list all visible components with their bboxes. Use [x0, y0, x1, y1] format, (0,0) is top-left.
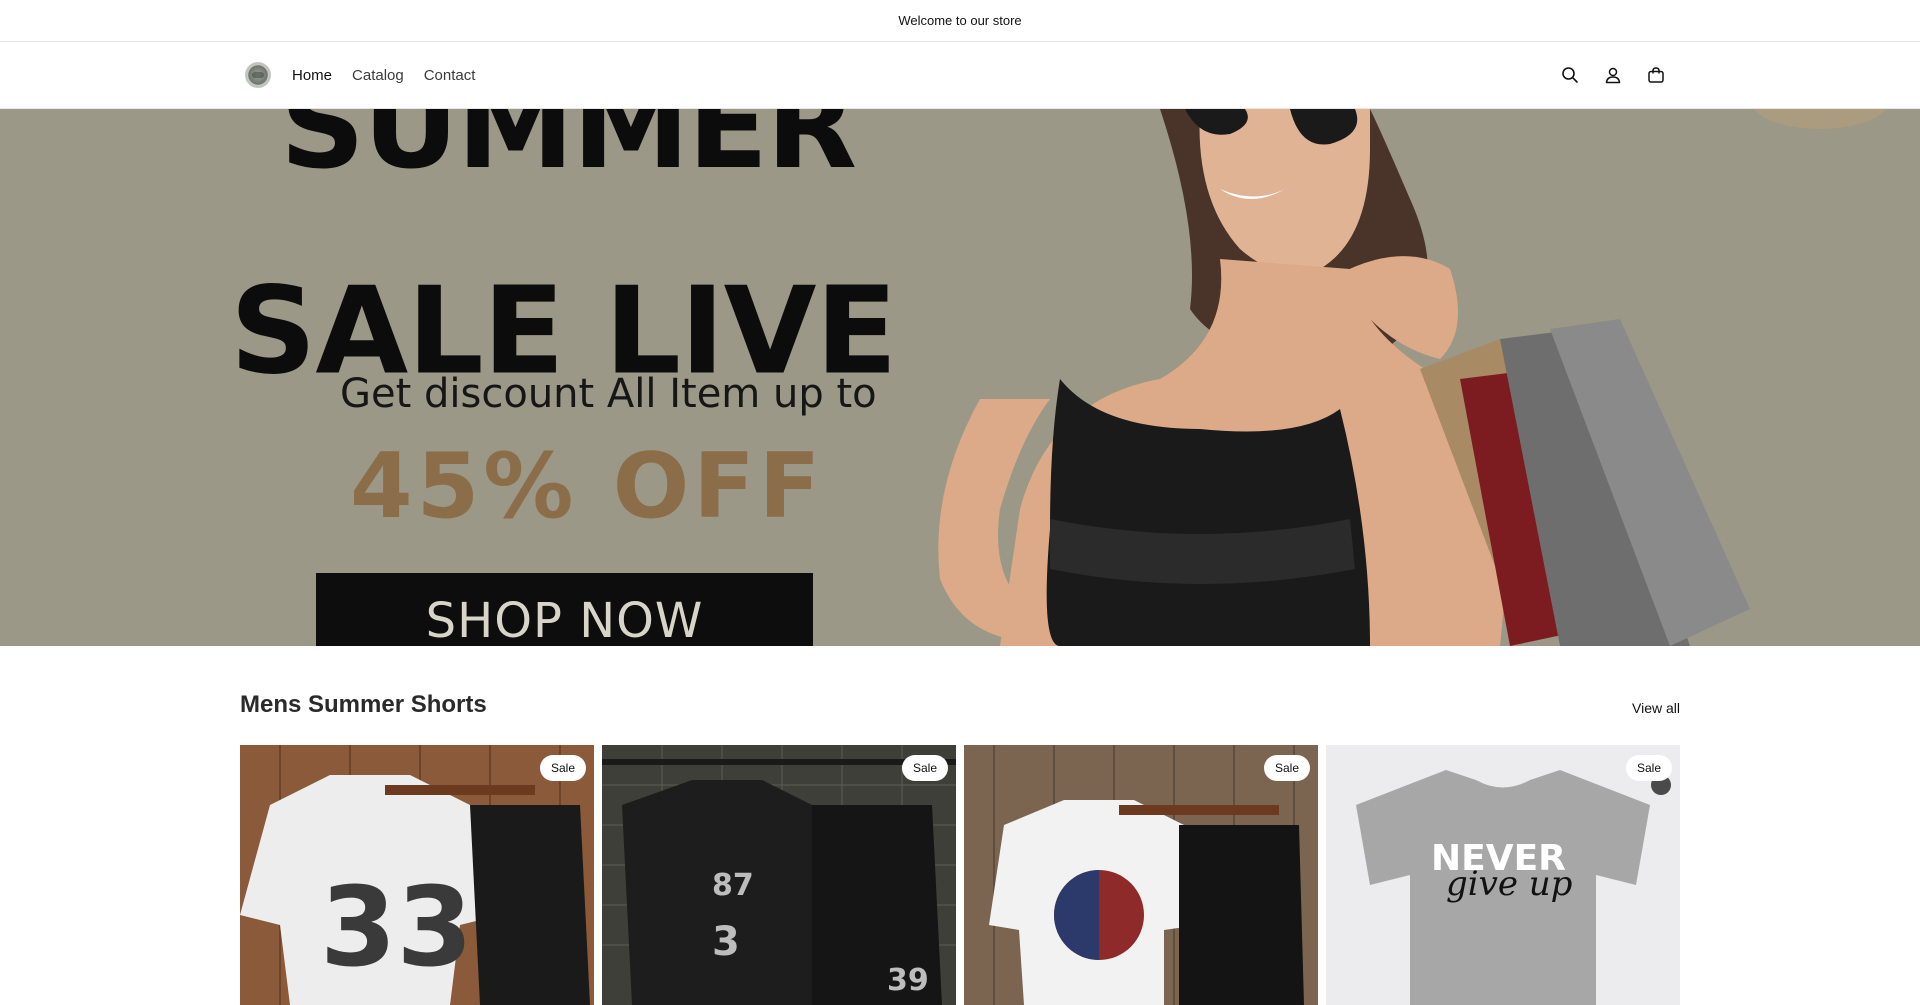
svg-text:33: 33	[320, 863, 473, 991]
nav-catalog[interactable]: Catalog	[352, 67, 404, 84]
sale-badge: Sale	[1625, 755, 1672, 781]
view-all-link[interactable]: View all	[1632, 700, 1680, 716]
product-grid: 33 Sale 87 3 39 Sale Sale NEVER give up …	[240, 745, 1680, 1005]
sale-badge: Sale	[539, 755, 586, 781]
main-nav: Home Catalog Contact	[292, 67, 475, 84]
announcement-bar: Welcome to our store	[0, 0, 1920, 42]
section-title: Mens Summer Shorts	[240, 691, 487, 718]
collection-section: Mens Summer Shorts View all 33 Sale 87 3	[240, 646, 1680, 1005]
store-logo[interactable]	[245, 62, 271, 88]
product-card[interactable]: 87 3 39 Sale	[602, 745, 956, 1005]
product-card[interactable]: Sale	[964, 745, 1318, 1005]
product-image: NEVER give up	[1326, 745, 1680, 1005]
product-card[interactable]: 33 Sale	[240, 745, 594, 1005]
product-image	[964, 745, 1318, 1005]
product-card[interactable]: NEVER give up Sale	[1326, 745, 1680, 1005]
site-header: Home Catalog Contact	[0, 42, 1920, 109]
cart-icon[interactable]	[1644, 63, 1668, 87]
account-icon[interactable]	[1601, 63, 1625, 87]
header-icons	[1558, 63, 1668, 87]
announcement-text: Welcome to our store	[898, 13, 1022, 28]
svg-text:give up: give up	[1446, 864, 1572, 904]
product-image: 33	[240, 745, 594, 1005]
search-icon[interactable]	[1558, 63, 1582, 87]
sale-badge: Sale	[1263, 755, 1310, 781]
svg-text:3: 3	[712, 919, 740, 965]
product-image: 87 3 39	[602, 745, 956, 1005]
hero-subtitle: Get discount All Item up to	[340, 371, 877, 417]
nav-home[interactable]: Home	[292, 67, 332, 84]
hero-headline-1: SUMMER	[280, 109, 857, 195]
sale-badge: Sale	[901, 755, 948, 781]
nav-contact[interactable]: Contact	[424, 67, 476, 84]
svg-text:87: 87	[712, 868, 754, 903]
shop-now-button[interactable]: SHOP NOW	[316, 573, 813, 646]
hero-discount: 45% OFF	[350, 434, 825, 539]
hero-model-image	[938, 109, 1886, 646]
hero-banner[interactable]: SUMMER SALE LIVE Get discount All Item u…	[0, 109, 1920, 646]
